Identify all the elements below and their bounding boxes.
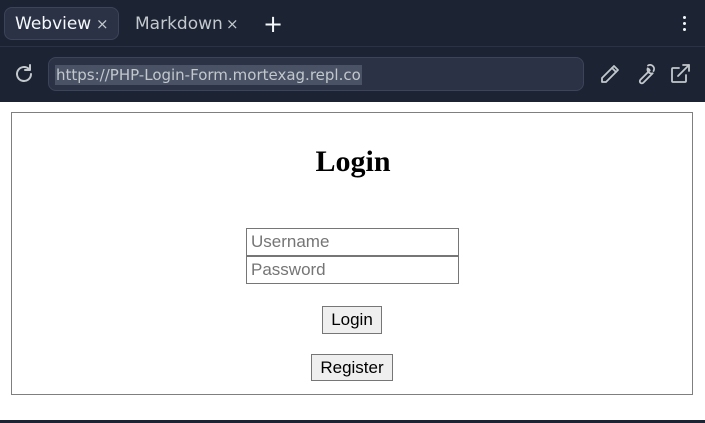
tab-label: Markdown	[135, 13, 223, 34]
tab-bar: Webview × Markdown × +	[0, 0, 705, 46]
close-icon[interactable]: ×	[226, 15, 239, 33]
url-text[interactable]: https://PHP-Login-Form.mortexag.repl.co	[55, 65, 362, 85]
address-toolbar: https://PHP-Login-Form.mortexag.repl.co	[0, 47, 705, 102]
login-form-frame: Login Username Password Login Register	[11, 112, 693, 395]
password-field[interactable]: Password	[246, 256, 459, 284]
url-bar[interactable]: https://PHP-Login-Form.mortexag.repl.co	[48, 57, 584, 91]
tab-label: Webview	[15, 13, 92, 34]
reload-icon[interactable]	[12, 62, 36, 86]
close-icon[interactable]: ×	[96, 15, 109, 33]
page-title: Login	[315, 145, 391, 178]
tab-webview[interactable]: Webview ×	[4, 7, 119, 40]
register-button[interactable]: Register	[311, 354, 393, 381]
wrench-icon[interactable]	[633, 62, 657, 86]
username-field[interactable]: Username	[246, 228, 459, 256]
kebab-menu-icon[interactable]	[676, 12, 694, 36]
new-tab-icon[interactable]: +	[262, 10, 284, 38]
tab-markdown[interactable]: Markdown ×	[122, 7, 252, 40]
open-external-icon[interactable]	[668, 62, 692, 86]
pencil-icon[interactable]	[598, 62, 622, 86]
webview-content: Login Username Password Login Register	[0, 102, 705, 420]
login-button[interactable]: Login	[322, 306, 382, 334]
